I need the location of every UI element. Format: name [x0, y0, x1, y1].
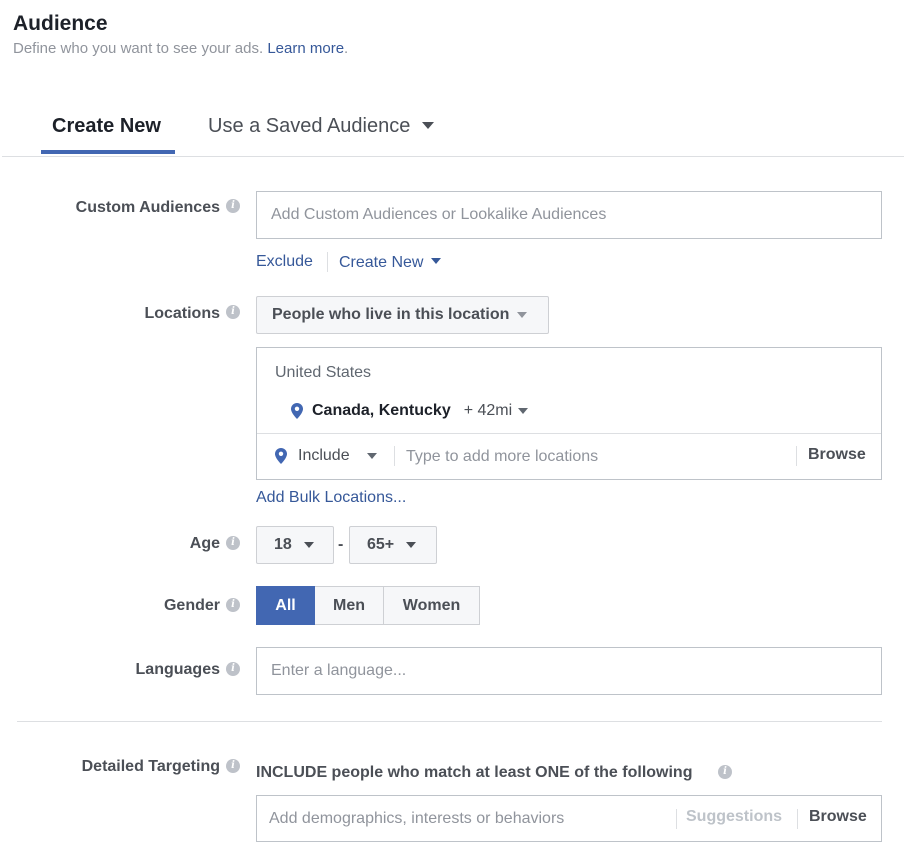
browse-divider — [796, 446, 797, 466]
languages-label: Languages — [135, 661, 220, 678]
info-icon[interactable]: i — [226, 662, 240, 676]
age-max-value: 65+ — [367, 536, 395, 553]
detailed-targeting-label: Detailed Targeting — [81, 758, 220, 775]
include-divider — [394, 446, 395, 466]
add-bulk-locations-link[interactable]: Add Bulk Locations... — [256, 489, 406, 507]
include-label: Include — [298, 447, 350, 464]
browse-locations-button[interactable]: Browse — [808, 446, 866, 464]
location-country: United States — [275, 364, 372, 381]
locations-box: United States Canada, Kentucky + 42mi In… — [256, 347, 882, 480]
info-icon[interactable]: i — [226, 759, 240, 773]
info-icon[interactable]: i — [226, 199, 240, 213]
gender-men-button[interactable]: Men — [315, 586, 384, 625]
gender-women-button[interactable]: Women — [384, 586, 480, 625]
languages-input[interactable]: Enter a language... — [256, 647, 882, 695]
chevron-down-icon — [406, 542, 417, 548]
info-icon[interactable]: i — [226, 536, 240, 550]
location-pin-icon — [291, 403, 303, 419]
gender-selector: All Men Women — [256, 586, 480, 625]
browse-divider — [797, 809, 798, 829]
chevron-down-icon — [366, 453, 377, 459]
tab-saved-audience-label: Use a Saved Audience — [208, 115, 411, 137]
subtitle-period: . — [344, 40, 349, 57]
detailed-targeting-box: Add demographics, interests or behaviors… — [256, 795, 882, 842]
info-icon[interactable]: i — [226, 305, 240, 319]
tab-create-new[interactable]: Create New — [52, 115, 161, 138]
section-divider — [17, 721, 882, 722]
link-divider — [327, 252, 328, 272]
subtitle-text: Define who you want to see your ads. — [13, 40, 264, 57]
location-radius[interactable]: + 42mi — [464, 402, 512, 420]
chevron-down-icon[interactable] — [518, 408, 529, 414]
tabs-divider — [2, 156, 904, 157]
browse-targeting-button[interactable]: Browse — [809, 808, 867, 826]
chevron-down-icon — [517, 312, 528, 318]
location-type-label: People who live in this location — [272, 306, 510, 323]
gender-all-button[interactable]: All — [256, 586, 315, 625]
chevron-down-icon — [303, 542, 314, 548]
custom-audiences-input[interactable]: Add Custom Audiences or Lookalike Audien… — [256, 191, 882, 239]
chevron-down-icon — [421, 122, 434, 129]
info-icon[interactable]: i — [718, 765, 732, 779]
exclude-link[interactable]: Exclude — [256, 253, 313, 271]
age-max-dropdown[interactable]: 65+ — [349, 526, 437, 564]
chevron-down-icon — [430, 258, 441, 264]
age-min-value: 18 — [274, 536, 292, 553]
section-subtitle: Define who you want to see your ads. Lea… — [13, 40, 348, 57]
tab-saved-audience[interactable]: Use a Saved Audience — [208, 115, 434, 138]
info-icon[interactable]: i — [226, 598, 240, 612]
location-name: Canada, Kentucky — [312, 402, 451, 419]
include-dropdown[interactable]: Include — [275, 447, 377, 465]
learn-more-link[interactable]: Learn more — [267, 40, 344, 57]
active-tab-indicator — [41, 150, 175, 154]
section-title: Audience — [13, 12, 108, 35]
suggestions-button[interactable]: Suggestions — [686, 808, 782, 826]
add-location-input[interactable]: Type to add more locations — [406, 448, 598, 466]
suggestions-divider — [676, 809, 677, 829]
include-criteria-text: INCLUDE people who match at least ONE of… — [256, 764, 693, 781]
locations-inner-divider — [257, 433, 881, 434]
location-item: Canada, Kentucky + 42mi — [291, 402, 529, 420]
age-min-dropdown[interactable]: 18 — [256, 526, 334, 564]
location-type-dropdown[interactable]: People who live in this location — [256, 296, 549, 334]
age-label: Age — [189, 535, 220, 552]
age-separator: - — [338, 536, 344, 553]
location-pin-icon — [275, 448, 287, 464]
create-new-audience-link[interactable]: Create New — [339, 254, 441, 272]
locations-label: Locations — [144, 305, 220, 322]
create-new-audience-label: Create New — [339, 254, 424, 271]
custom-audiences-label: Custom Audiences — [75, 199, 220, 216]
detailed-targeting-input[interactable]: Add demographics, interests or behaviors — [269, 810, 564, 828]
gender-label: Gender — [163, 597, 220, 614]
